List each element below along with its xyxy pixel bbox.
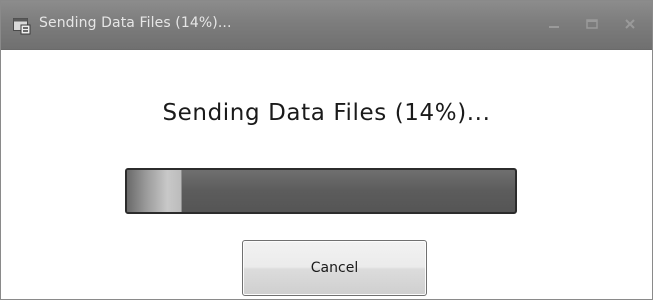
- close-icon[interactable]: [618, 15, 642, 33]
- dialog-window: Sending Data Files (14%)... Sending Data…: [0, 0, 653, 300]
- dialog-content: Sending Data Files (14%)... Cancel: [11, 50, 642, 299]
- window-controls: [542, 15, 642, 33]
- progress-bar: [125, 168, 517, 214]
- app-window-icon: [13, 17, 31, 35]
- progress-fill: [127, 170, 183, 212]
- title-bar[interactable]: Sending Data Files (14%)...: [1, 1, 652, 50]
- cancel-button[interactable]: Cancel: [242, 240, 427, 296]
- status-message: Sending Data Files (14%)...: [162, 100, 491, 126]
- window-title: Sending Data Files (14%)...: [39, 15, 232, 31]
- maximize-icon[interactable]: [580, 15, 604, 33]
- minimize-icon[interactable]: [542, 15, 566, 33]
